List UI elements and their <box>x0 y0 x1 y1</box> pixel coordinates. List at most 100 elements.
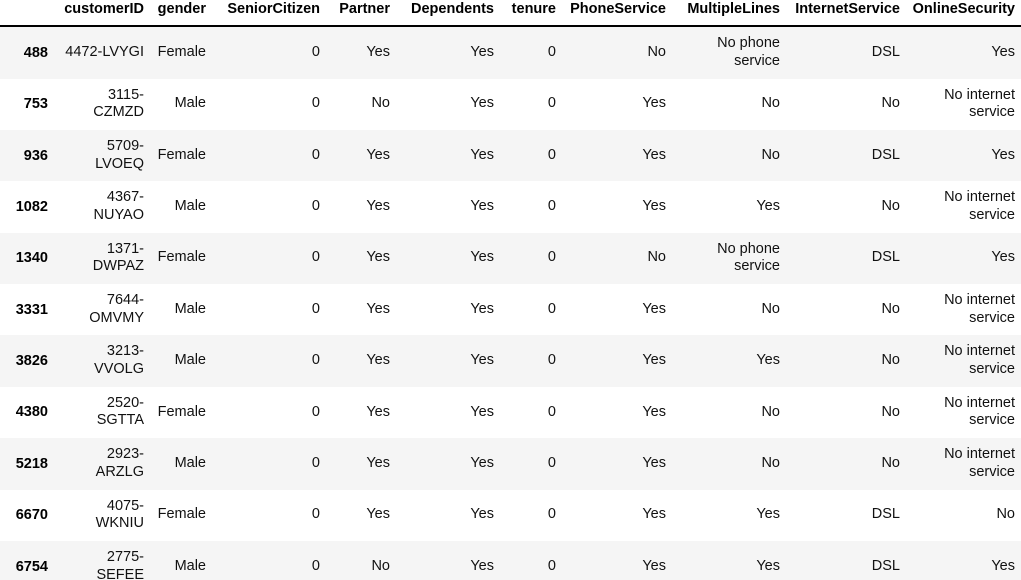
cell-gender: Male <box>150 335 212 387</box>
table-row[interactable]: 3331 7644-OMVMY Male 0 Yes Yes 0 Yes No No No inte… <box>0 284 1021 336</box>
cell-dependents: Yes <box>396 78 500 130</box>
cell-onlinesecurity: Yes <box>906 26 1021 79</box>
cell-seniorcitizen: 0 <box>212 335 326 387</box>
table-row[interactable]: 6670 4075-WKNIU Female 0 Yes Yes 0 Yes Yes DSL No <box>0 489 1021 541</box>
cell-gender: Female <box>150 26 212 79</box>
cell-gender: Female <box>150 232 212 284</box>
table-row[interactable]: 4380 2520-SGTTA Female 0 Yes Yes 0 Yes No No No in… <box>0 386 1021 439</box>
cell-dependents: Yes <box>396 284 500 336</box>
cell-seniorcitizen: 0 <box>212 438 326 490</box>
cell-multiplelines: No <box>672 386 786 439</box>
table-row[interactable]: 488 4472-LVYGI Female 0 Yes Yes 0 No No phone se… <box>0 26 1021 79</box>
column-header-onlinesecurity[interactable]: OnlineSecurity <box>906 0 1021 28</box>
cell-phoneservice: Yes <box>562 78 672 130</box>
cell-phoneservice: Yes <box>562 181 672 233</box>
cell-seniorcitizen: 0 <box>212 26 326 79</box>
row-index-label: 6670 <box>0 489 54 541</box>
cell-partner: Yes <box>326 129 396 182</box>
table-row[interactable]: 3826 3213-VVOLG Male 0 Yes Yes 0 Yes Yes No No int… <box>0 335 1021 387</box>
cell-phoneservice: No <box>562 232 672 284</box>
cell-tenure: 0 <box>500 335 562 387</box>
cell-customerid: 7644-OMVMY <box>54 284 150 336</box>
cell-multiplelines: No <box>672 78 786 130</box>
cell-gender: Female <box>150 129 212 182</box>
row-index-label: 3826 <box>0 335 54 387</box>
cell-partner: Yes <box>326 232 396 284</box>
cell-gender: Male <box>150 181 212 233</box>
cell-customerid: 3213-VVOLG <box>54 335 150 387</box>
cell-gender: Female <box>150 489 212 541</box>
column-header-tenure[interactable]: tenure <box>500 0 562 28</box>
cell-customerid: 2520-SGTTA <box>54 386 150 439</box>
row-index-label: 1340 <box>0 232 54 284</box>
table-row[interactable]: 753 3115-CZMZD Male 0 No Yes 0 Yes No No No intern… <box>0 78 1021 130</box>
cell-partner: Yes <box>326 335 396 387</box>
table-row[interactable]: 936 5709-LVOEQ Female 0 Yes Yes 0 Yes No DSL Yes <box>0 129 1021 182</box>
cell-phoneservice: Yes <box>562 129 672 182</box>
row-index-label: 753 <box>0 78 54 130</box>
row-index-label: 6754 <box>0 540 54 580</box>
cell-internetservice: No <box>786 78 906 130</box>
row-index-label: 1082 <box>0 181 54 233</box>
column-header-gender[interactable]: gender <box>150 0 212 28</box>
cell-onlinesecurity: No internet service <box>906 284 1021 336</box>
cell-partner: No <box>326 540 396 580</box>
column-header-multiplelines[interactable]: MultipleLines <box>672 0 786 28</box>
column-header-partner[interactable]: Partner <box>326 0 396 28</box>
cell-phoneservice: Yes <box>562 438 672 490</box>
cell-partner: Yes <box>326 386 396 439</box>
cell-partner: Yes <box>326 26 396 79</box>
table-row[interactable]: 1082 4367-NUYAO Male 0 Yes Yes 0 Yes Yes No No int… <box>0 181 1021 233</box>
column-header-dependents[interactable]: Dependents <box>396 0 500 28</box>
cell-multiplelines: Yes <box>672 181 786 233</box>
cell-tenure: 0 <box>500 284 562 336</box>
column-header-customerid[interactable]: customerID <box>54 0 150 28</box>
column-header-internetservice[interactable]: InternetService <box>786 0 906 28</box>
column-header-index <box>0 0 54 28</box>
cell-seniorcitizen: 0 <box>212 284 326 336</box>
dataframe-viewport[interactable]: customerID gender SeniorCitizen Partner Depe… <box>0 0 1021 580</box>
cell-tenure: 0 <box>500 26 562 79</box>
cell-seniorcitizen: 0 <box>212 232 326 284</box>
cell-gender: Male <box>150 540 212 580</box>
cell-customerid: 4075-WKNIU <box>54 489 150 541</box>
cell-tenure: 0 <box>500 438 562 490</box>
cell-phoneservice: Yes <box>562 386 672 439</box>
cell-phoneservice: Yes <box>562 540 672 580</box>
table-row[interactable]: 1340 1371-DWPAZ Female 0 Yes Yes 0 No No phone s… <box>0 232 1021 284</box>
cell-customerid: 5709-LVOEQ <box>54 129 150 182</box>
table-body: 488 4472-LVYGI Female 0 Yes Yes 0 No No phone se… <box>0 26 1021 580</box>
cell-customerid: 4367-NUYAO <box>54 181 150 233</box>
table-row[interactable]: 5218 2923-ARZLG Male 0 Yes Yes 0 Yes No No No inte… <box>0 438 1021 490</box>
cell-dependents: Yes <box>396 540 500 580</box>
cell-seniorcitizen: 0 <box>212 181 326 233</box>
cell-tenure: 0 <box>500 129 562 182</box>
row-index-label: 3331 <box>0 284 54 336</box>
cell-dependents: Yes <box>396 232 500 284</box>
cell-phoneservice: Yes <box>562 335 672 387</box>
row-index-label: 5218 <box>0 438 54 490</box>
column-header-seniorcitizen[interactable]: SeniorCitizen <box>212 0 326 28</box>
cell-seniorcitizen: 0 <box>212 540 326 580</box>
cell-gender: Male <box>150 284 212 336</box>
cell-onlinesecurity: No internet service <box>906 78 1021 130</box>
cell-internetservice: No <box>786 335 906 387</box>
cell-phoneservice: Yes <box>562 489 672 541</box>
row-index-label: 4380 <box>0 386 54 439</box>
cell-customerid: 1371-DWPAZ <box>54 232 150 284</box>
table-row[interactable]: 6754 2775-SEFEE Male 0 No Yes 0 Yes Yes DSL Yes <box>0 540 1021 580</box>
cell-onlinesecurity: No internet service <box>906 438 1021 490</box>
cell-seniorcitizen: 0 <box>212 489 326 541</box>
row-index-label: 488 <box>0 26 54 79</box>
column-header-phoneservice[interactable]: PhoneService <box>562 0 672 28</box>
row-index-label: 936 <box>0 129 54 182</box>
cell-tenure: 0 <box>500 386 562 439</box>
cell-phoneservice: Yes <box>562 284 672 336</box>
cell-partner: Yes <box>326 489 396 541</box>
cell-multiplelines: No <box>672 129 786 182</box>
cell-multiplelines: Yes <box>672 540 786 580</box>
cell-customerid: 4472-LVYGI <box>54 26 150 79</box>
header-row: customerID gender SeniorCitizen Partner Depe… <box>0 0 1021 28</box>
dataframe-table: customerID gender SeniorCitizen Partner Depe… <box>0 0 1021 580</box>
cell-partner: Yes <box>326 438 396 490</box>
